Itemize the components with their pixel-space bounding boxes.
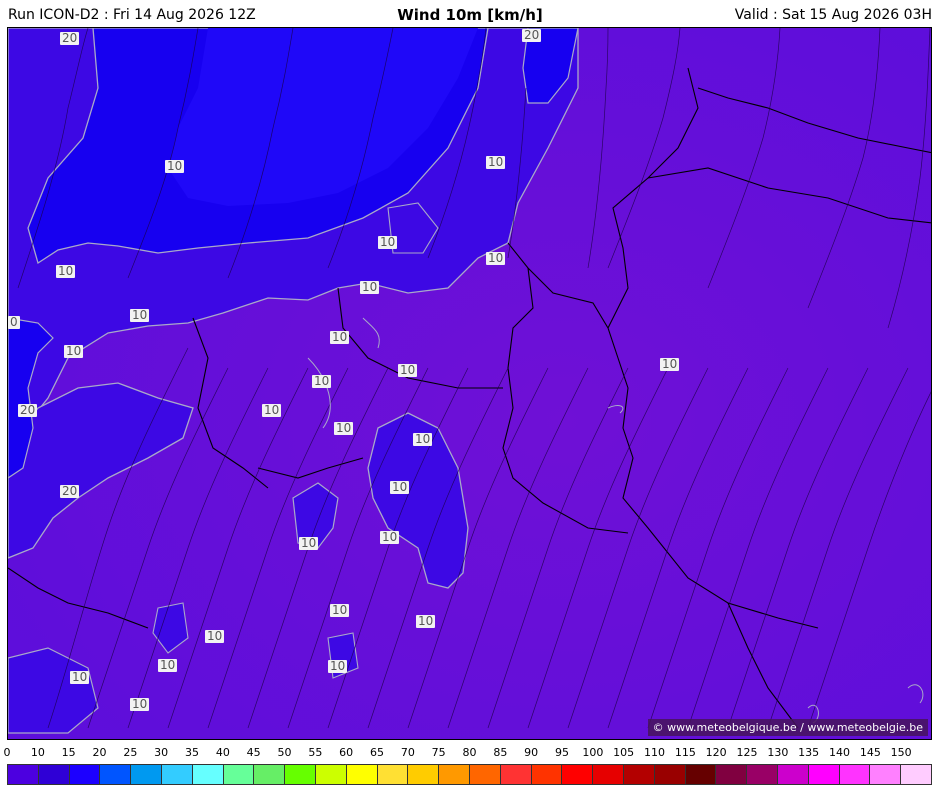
wind-map: 20 20 10 10 10 10 10 10 10 10 0 10 10 10… xyxy=(7,27,932,740)
contour-label: 10 xyxy=(486,251,506,265)
color-scale-tick-label: 40 xyxy=(215,746,230,759)
color-scale-swatch xyxy=(285,765,316,784)
color-scale-tick-label: 20 xyxy=(92,746,107,759)
contour-label: 0 xyxy=(8,315,20,329)
contour-label: 10 xyxy=(334,421,354,435)
contour-label: 10 xyxy=(64,344,84,358)
color-scale-tick-label: 65 xyxy=(370,746,384,759)
color-scale-tick-label: 130 xyxy=(767,746,789,759)
color-scale-tick-label: 10 xyxy=(30,746,45,759)
color-scale-tick-label: 100 xyxy=(582,746,604,759)
color-scale-tick-label: 60 xyxy=(339,746,354,759)
color-scale-swatch xyxy=(716,765,748,784)
color-scale-swatch xyxy=(100,765,132,784)
color-scale-swatch xyxy=(654,765,686,784)
color-scale-swatch xyxy=(777,765,809,784)
color-scale-swatch xyxy=(685,765,717,784)
color-scale-tick-label: 115 xyxy=(674,746,696,759)
color-scale-tick-label: 50 xyxy=(277,746,292,759)
website-credit[interactable]: © www.meteobelgique.be / www.meteobelgie… xyxy=(647,719,928,736)
color-scale-swatch xyxy=(747,765,778,784)
color-scale-swatch xyxy=(623,765,655,784)
valid-time: Valid : Sat 15 Aug 2026 03H xyxy=(734,7,932,23)
color-scale-swatch xyxy=(593,765,624,784)
contour-label: 10 xyxy=(416,614,436,628)
color-scale-swatch xyxy=(223,765,255,784)
color-scale-tick-label: 45 xyxy=(246,746,261,759)
color-scale-swatch xyxy=(161,765,193,784)
color-scale-tick-label: 90 xyxy=(524,746,539,759)
color-scale-tick-label: 0 xyxy=(3,746,11,759)
color-scale-swatch xyxy=(377,765,409,784)
color-scale-swatch xyxy=(38,765,70,784)
contour-label: 10 xyxy=(328,659,348,673)
color-scale-swatch xyxy=(254,765,286,784)
contour-label: 10 xyxy=(158,658,178,672)
contour-label: 10 xyxy=(380,530,400,544)
contour-label: 10 xyxy=(299,536,319,550)
color-scale-tick-label: 35 xyxy=(185,746,199,759)
contour-label: 10 xyxy=(378,235,398,249)
color-scale-bar xyxy=(7,764,932,785)
color-scale-swatch xyxy=(870,765,902,784)
color-scale-swatch xyxy=(839,765,871,784)
color-scale-tick-label: 145 xyxy=(859,746,881,759)
contour-label: 10 xyxy=(330,603,350,617)
contour-label: 10 xyxy=(413,432,433,446)
color-scale-tick-label: 55 xyxy=(308,746,323,759)
contour-label: 10 xyxy=(398,363,418,377)
color-scale-tick-label: 75 xyxy=(431,746,446,759)
contour-label: 10 xyxy=(70,670,90,684)
color-scale-swatch xyxy=(531,765,563,784)
color-scale-tick-label: 25 xyxy=(123,746,138,759)
color-scale-tick-label: 120 xyxy=(705,746,727,759)
color-scale-swatch xyxy=(8,765,39,784)
color-scale-tick-label: 80 xyxy=(462,746,477,759)
color-scale-ticks: 0 10 15 20 25 30 35 40 45 50 55 60 65 70 75 80 85 90 95 100… xyxy=(0,746,940,762)
color-scale-swatch xyxy=(901,765,931,784)
contour-label: 10 xyxy=(312,374,332,388)
color-scale-tick-label: 110 xyxy=(644,746,665,759)
color-scale-tick-label: 15 xyxy=(61,746,76,759)
color-scale-tick-label: 95 xyxy=(555,746,569,759)
contour-label: 10 xyxy=(486,155,506,169)
color-scale-swatch xyxy=(192,765,224,784)
contour-label: 10 xyxy=(56,264,76,278)
color-scale-tick-label: 105 xyxy=(613,746,635,759)
contour-label: 10 xyxy=(130,697,150,711)
color-scale-swatch xyxy=(562,765,594,784)
color-scale-tick-label: 150 xyxy=(890,746,912,759)
color-scale-swatch xyxy=(131,765,162,784)
contour-label: 10 xyxy=(205,629,225,643)
color-scale-tick-label: 140 xyxy=(829,746,850,759)
contour-label: 20 xyxy=(18,403,38,417)
color-scale-tick-label: 125 xyxy=(736,746,758,759)
color-scale-swatch xyxy=(408,765,440,784)
contour-label: 10 xyxy=(660,357,680,371)
color-scale-tick-label: 70 xyxy=(400,746,415,759)
contour-label: 10 xyxy=(360,280,380,294)
contour-label: 10 xyxy=(262,403,282,417)
color-scale-swatch xyxy=(346,765,378,784)
contour-label: 10 xyxy=(390,480,410,494)
color-scale-swatch xyxy=(500,765,532,784)
contour-label: 10 xyxy=(165,159,185,173)
color-scale-swatch xyxy=(315,765,347,784)
contour-label: 20 xyxy=(522,28,542,42)
color-scale-swatch xyxy=(808,765,840,784)
contour-label: 20 xyxy=(60,484,80,498)
color-scale-tick-label: 30 xyxy=(154,746,169,759)
color-scale-tick-label: 85 xyxy=(493,746,508,759)
wind-field-svg xyxy=(8,28,931,739)
color-scale-swatch xyxy=(69,765,101,784)
contour-label: 10 xyxy=(130,308,150,322)
color-scale-tick-label: 135 xyxy=(798,746,820,759)
contour-label: 10 xyxy=(330,330,350,344)
contour-label: 20 xyxy=(60,31,80,45)
color-scale-swatch xyxy=(469,765,501,784)
color-scale-swatch xyxy=(439,765,470,784)
